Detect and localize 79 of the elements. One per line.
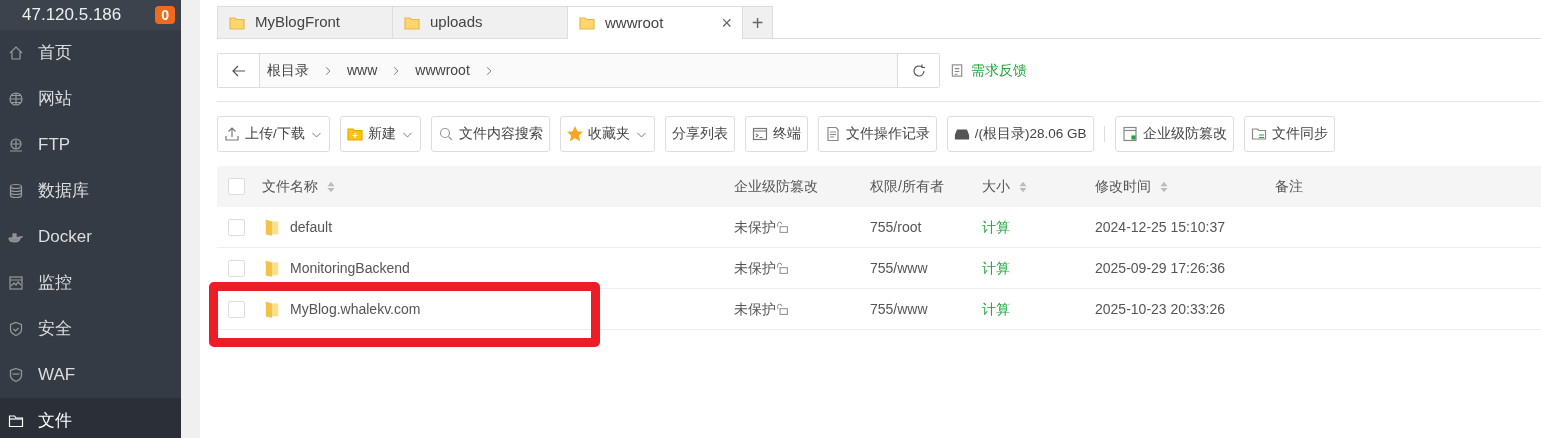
toolbar-button[interactable]: 文件同步 — [1243, 116, 1335, 152]
sidebar-item[interactable]: 数据库 — [0, 168, 181, 214]
star-icon — [566, 126, 583, 142]
folder-tab[interactable]: wwwroot × — [567, 6, 743, 39]
shield-icon — [8, 321, 24, 337]
table-cell-text: 未保护 — [734, 299, 776, 319]
sidebar-item[interactable]: 文件 — [0, 398, 181, 438]
sidebar-item[interactable]: 首页 — [0, 30, 181, 76]
unlock-icon — [776, 220, 789, 234]
file-name[interactable]: MonitoringBackend — [290, 257, 410, 279]
toolbar-button[interactable]: 终端 — [744, 116, 808, 152]
column-header: 备注 — [1275, 178, 1303, 194]
unlock-icon — [776, 302, 789, 316]
toolbar-button[interactable]: 文件内容搜索 — [430, 116, 550, 152]
shield-icon — [8, 367, 24, 383]
checkbox[interactable] — [228, 259, 245, 277]
checkbox[interactable] — [228, 218, 245, 236]
sidebar-item[interactable]: WAF — [0, 352, 181, 398]
add-tab-button[interactable]: + — [742, 6, 773, 38]
table-cell: 755/www — [870, 300, 928, 317]
file-name[interactable]: MyBlog.whalekv.com — [290, 298, 421, 320]
column-header[interactable]: 文件名称 — [262, 178, 318, 194]
toolbar-button[interactable]: 收藏夹 — [559, 116, 655, 152]
sidebar-item[interactable]: FTP — [0, 122, 181, 168]
drive-icon — [953, 126, 970, 142]
chevron-icon — [323, 64, 333, 77]
server-address: 47.120.5.186 — [22, 5, 122, 25]
table-cell: 755/www — [870, 259, 928, 276]
checkbox[interactable] — [228, 178, 245, 195]
folder-icon — [403, 14, 421, 31]
checkbox[interactable] — [228, 300, 245, 318]
document-icon — [824, 126, 841, 142]
toolbar-button[interactable]: 新建 — [339, 116, 421, 152]
column-header[interactable]: 大小 — [982, 178, 1010, 194]
unlock-icon — [776, 261, 789, 275]
breadcrumb-link[interactable]: 根目录 — [267, 60, 309, 81]
database-icon — [8, 183, 24, 199]
search-icon — [437, 126, 454, 142]
table-cell: 755/root — [870, 218, 922, 235]
table-cell-text: 未保护 — [734, 217, 776, 237]
column-header[interactable]: 修改时间 — [1095, 178, 1151, 194]
sidebar-item[interactable]: 网站 — [0, 76, 181, 122]
folder-tab[interactable]: uploads — [392, 6, 568, 38]
folder-sync-icon — [1250, 126, 1267, 142]
count-badge: 0 — [155, 5, 175, 25]
folder-icon — [228, 14, 246, 31]
globe-icon — [8, 91, 24, 107]
sidebar-item[interactable]: 监控 — [0, 260, 181, 306]
refresh-button[interactable] — [897, 54, 939, 87]
table-cell-text: 未保护 — [734, 258, 776, 278]
refresh-icon — [910, 62, 927, 79]
file-name[interactable]: default — [290, 216, 333, 238]
chart-icon — [8, 275, 24, 291]
folder-icon — [8, 413, 24, 429]
toolbar-button[interactable]: 企业级防篡改 — [1114, 116, 1234, 152]
table-cell: 2024-12-25 15:10:37 — [1095, 218, 1225, 235]
toolbar-button[interactable]: 文件操作记录 — [817, 116, 937, 152]
column-header: 企业级防篡改 — [734, 178, 818, 194]
folder-tab[interactable]: MyBlogFront — [217, 6, 393, 38]
toolbar-button[interactable]: /(根目录)28.06 GB — [946, 116, 1094, 152]
folder-icon — [578, 15, 596, 31]
folder-plus-icon — [346, 126, 363, 142]
table-cell: 2025-09-29 17:26:36 — [1095, 259, 1225, 276]
toolbar-button[interactable]: 上传/下载 — [217, 116, 330, 152]
home-icon — [8, 45, 24, 61]
breadcrumb-link[interactable]: www — [347, 60, 378, 81]
close-button[interactable]: × — [721, 9, 732, 37]
note-icon — [950, 63, 965, 78]
column-header: 权限/所有者 — [870, 178, 944, 194]
table-cell: 2025-10-23 20:33:26 — [1095, 300, 1225, 317]
globe-icon — [8, 137, 24, 153]
back-button[interactable] — [218, 54, 260, 87]
toolbar-button[interactable]: 分享列表 — [664, 116, 735, 152]
upload-icon — [224, 126, 240, 142]
breadcrumb-link[interactable]: wwwroot — [415, 60, 470, 81]
document-lock-icon — [1121, 126, 1138, 142]
sidebar-item[interactable]: 安全 — [0, 306, 181, 352]
sidebar-item[interactable]: Docker — [0, 214, 181, 260]
terminal-icon — [751, 126, 768, 142]
